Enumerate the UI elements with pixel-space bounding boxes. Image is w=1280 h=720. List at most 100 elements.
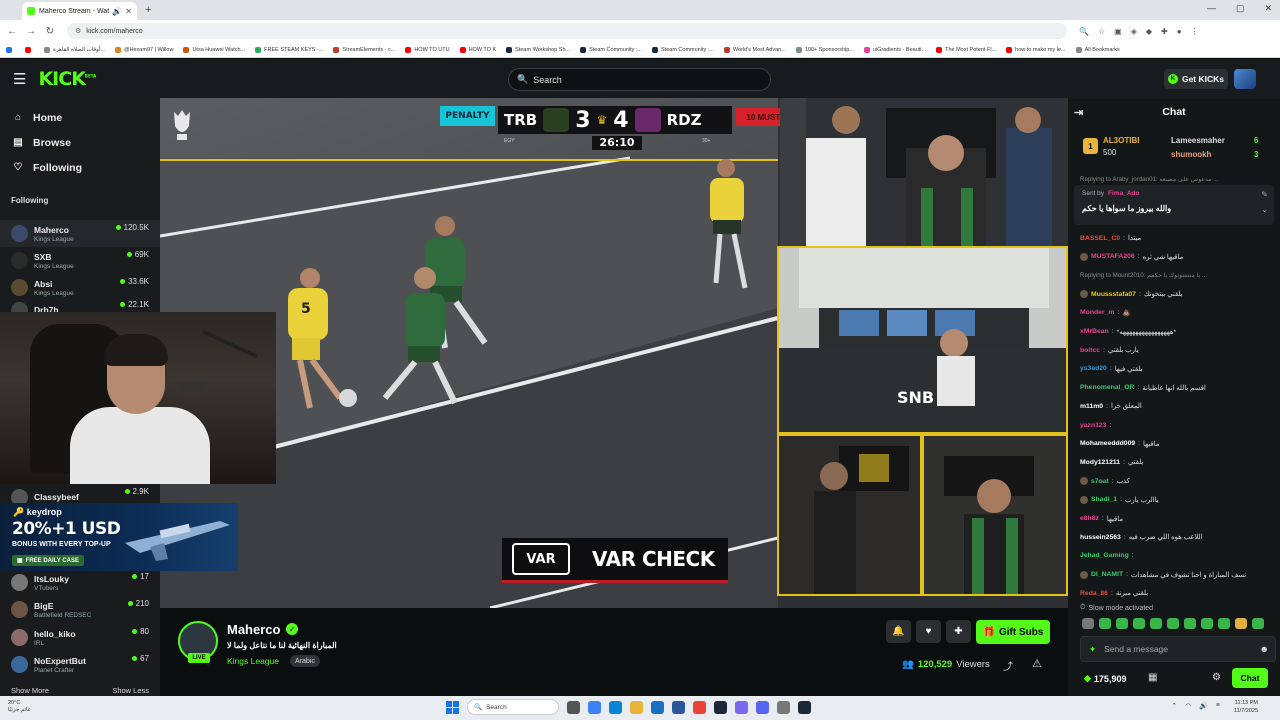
chat-message[interactable]: s7oat: كذب — [1080, 475, 1275, 487]
chat-username[interactable]: Phenomenal_OR — [1080, 384, 1134, 391]
close-window-icon[interactable]: ✕ — [1264, 3, 1272, 14]
bookmark-item[interactable] — [6, 46, 15, 53]
chat-username[interactable]: Shadi_1 — [1091, 496, 1117, 503]
language-icon[interactable]: ≡ — [1216, 702, 1220, 710]
close-tab-icon[interactable]: ✕ — [125, 7, 132, 16]
zoom-icon[interactable]: 🔍 — [1079, 27, 1089, 36]
back-icon[interactable]: ← — [5, 26, 19, 37]
chat-message[interactable]: Muussstafa07: بلقتي ببتخونك — [1080, 288, 1275, 300]
url-field[interactable]: ⚙ kick.com/maherco — [67, 23, 1067, 39]
site-info-icon[interactable]: ⚙ — [75, 27, 81, 35]
bookmark-star-icon[interactable]: ☆ — [1098, 27, 1105, 36]
bookmark-item[interactable]: World's Most Advan... — [723, 46, 786, 53]
chat-message[interactable]: DI_NAMIT: نسف المباراة و احنا نشوف في مشا… — [1080, 569, 1275, 581]
pinned-message[interactable]: Sent by Fima_Ado والله بيروز ما سواها يا… — [1074, 185, 1274, 225]
notification-bell-icon[interactable]: 🔔 — [886, 620, 911, 643]
teams-icon[interactable] — [735, 700, 748, 714]
bookmark-item[interactable]: 100+ Sponsorship... — [795, 46, 854, 53]
chat-message[interactable]: m11m0: المعلق خرا — [1080, 400, 1275, 412]
language-tag[interactable]: Arabic — [290, 655, 320, 667]
chat-message[interactable]: Monder_m: 💩 — [1080, 307, 1275, 319]
streamer-name[interactable]: Maherco — [227, 622, 280, 637]
browser-tab[interactable]: Maherco Stream - Watch Li 🔊 ✕ — [22, 2, 137, 20]
menu-icon[interactable]: ⋮ — [1191, 27, 1199, 36]
chat-message[interactable]: hussein2563: اللاعب هوه اللي ضرب فيه — [1080, 531, 1275, 543]
forward-icon[interactable]: → — [24, 26, 38, 37]
emote-icon[interactable] — [1252, 618, 1264, 629]
file-explorer-icon[interactable] — [630, 700, 643, 714]
send-chat-button[interactable]: Chat — [1232, 668, 1268, 688]
store-icon[interactable] — [672, 700, 685, 714]
gifter-3-name[interactable]: shumookh — [1171, 150, 1211, 159]
bookmark-item[interactable]: Steam Community :... — [580, 46, 642, 53]
bookmark-item[interactable]: uiGradients - Beauti... — [863, 46, 926, 53]
chat-username[interactable]: Reda_86 — [1080, 590, 1108, 597]
emote-icon[interactable] — [1150, 618, 1162, 629]
taskbar-search[interactable]: 🔍 Search — [467, 699, 559, 715]
profile-icon[interactable]: ● — [1177, 27, 1182, 36]
volume-icon[interactable]: 🔊 — [1199, 702, 1208, 710]
emote-icon[interactable] — [1133, 618, 1145, 629]
add-icon[interactable]: ✚ — [946, 620, 971, 643]
chat-message[interactable]: yazn123: — [1080, 419, 1275, 431]
chat-message[interactable]: e8h8z: ماقيها — [1080, 513, 1275, 525]
weather-widget[interactable]: 20°C غائم جزئيًا — [8, 700, 31, 714]
gift-subs-button[interactable]: 🎁 Gift Subs — [976, 620, 1050, 644]
chat-message[interactable]: BASSEL_C0: ميتدا — [1080, 232, 1275, 244]
chevron-up-icon[interactable]: ⌃ — [1171, 702, 1177, 710]
sidebar-channel[interactable]: BigE Battlefield REDSEC 210 — [0, 596, 160, 623]
bookmark-item[interactable]: @Hexam97 | Willow — [114, 46, 173, 53]
chat-username[interactable]: Muussstafa07 — [1091, 291, 1136, 298]
edge-icon[interactable] — [609, 700, 622, 714]
steam-icon[interactable] — [714, 700, 727, 714]
nav-home[interactable]: ⌂ Home — [0, 105, 160, 130]
emoji-icon[interactable]: ☻ — [1260, 644, 1269, 654]
chat-message[interactable]: Mody121211: بلقتي — [1080, 456, 1275, 468]
bookmark-item[interactable]: how to make my le... — [1006, 46, 1066, 53]
pin-icon[interactable]: ✎ — [1261, 190, 1268, 199]
bookmark-item[interactable]: Steam Workshop Sh... — [506, 46, 570, 53]
chat-username[interactable]: e8h8z — [1080, 515, 1099, 522]
emote-icon[interactable] — [1082, 618, 1094, 629]
bookmark-item[interactable]: The Most Potent Fl... — [936, 46, 996, 53]
chat-username[interactable]: MUSTAFA206 — [1091, 253, 1135, 260]
sidebar-channel[interactable]: ItsLouky VTubers 17 — [0, 569, 160, 596]
chat-username[interactable]: Monder_m — [1080, 309, 1114, 316]
chat-username[interactable]: hussein2563 — [1080, 534, 1121, 541]
task-view-icon[interactable] — [567, 700, 580, 714]
wifi-icon[interactable]: ◠ — [1185, 702, 1191, 710]
get-kicks-button[interactable]: K Get KICKs — [1164, 69, 1228, 89]
emote-icon[interactable] — [1099, 618, 1111, 629]
kicks-balance[interactable]: ◆ 175,909 — [1084, 673, 1126, 684]
chat-message-input[interactable]: ✦ Send a message ☻ — [1080, 636, 1276, 662]
emote-icon[interactable] — [1184, 618, 1196, 629]
sidebar-channel[interactable]: hello_kiko IRL 80 — [0, 624, 160, 651]
chat-username[interactable]: BASSEL_C0 — [1080, 235, 1120, 242]
emote-icon[interactable] — [1116, 618, 1128, 629]
extensions-puzzle-icon[interactable]: ✚ — [1161, 27, 1168, 36]
bookmark-item[interactable]: All Bookmarks — [1075, 46, 1120, 53]
chat-message[interactable]: Jehad_Gaming: — [1080, 550, 1275, 562]
extension-icon[interactable]: ◆ — [1146, 27, 1152, 36]
gifter-2-name[interactable]: Lameesmaher — [1171, 136, 1225, 145]
discord-icon[interactable] — [756, 700, 769, 714]
chat-username[interactable]: Mody121211 — [1080, 459, 1120, 466]
bookmark-item[interactable]: Utsa Huawei Watch... — [183, 46, 245, 53]
new-tab-button[interactable]: + — [145, 4, 151, 16]
outlook-icon[interactable] — [651, 700, 664, 714]
store-icon[interactable]: ▦ — [1148, 672, 1157, 683]
minimize-icon[interactable]: — — [1207, 3, 1216, 14]
bookmark-item[interactable] — [25, 46, 34, 53]
bookmark-item[interactable]: StreamElements - c... — [333, 46, 395, 53]
chat-message[interactable]: MUSTAFA206: ماقيها شي ثره — [1080, 251, 1275, 263]
chat-username[interactable]: Mohameeddd009 — [1080, 440, 1135, 447]
emote-icon[interactable] — [1167, 618, 1179, 629]
emote-icon[interactable] — [1218, 618, 1230, 629]
bookmark-item[interactable]: HOW TO UTU — [405, 46, 450, 53]
chat-username[interactable]: xMrBean — [1080, 328, 1109, 335]
follow-heart-icon[interactable]: ♥ — [916, 620, 941, 643]
chat-username[interactable]: ys3ad20 — [1080, 365, 1107, 372]
share-icon[interactable]: ⤴ — [1003, 658, 1013, 673]
chat-username[interactable]: Jehad_Gaming — [1080, 552, 1129, 559]
video-player[interactable]: 5 PENALTY TRB 3 ♛ 4 RDZ 26:10 10 MUSTAFA… — [160, 98, 1068, 608]
